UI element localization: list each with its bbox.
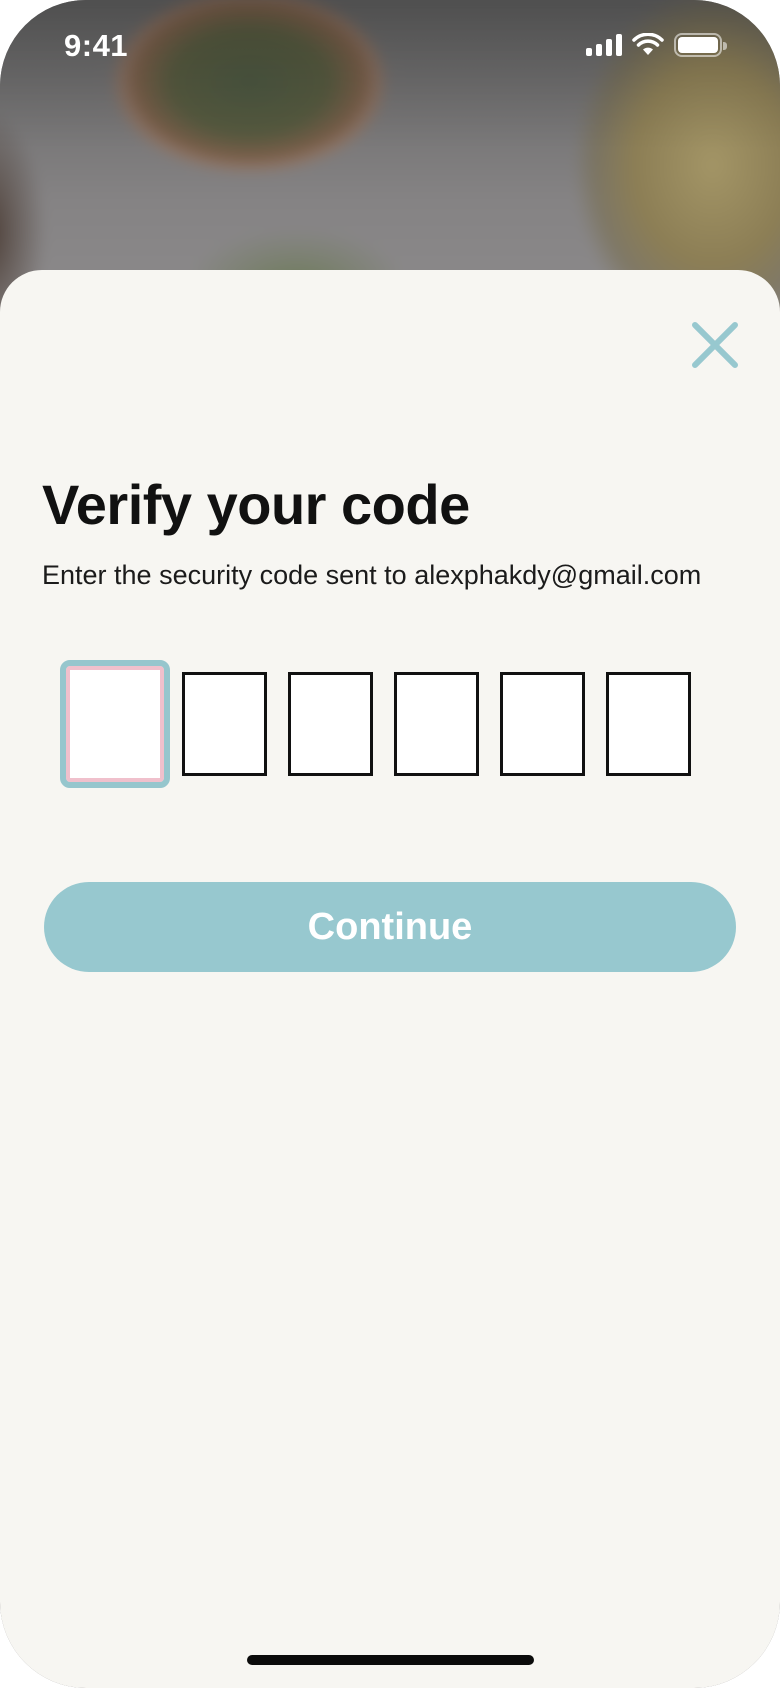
code-digit-6[interactable] bbox=[606, 672, 691, 776]
code-input-group bbox=[60, 660, 691, 788]
battery-icon bbox=[674, 33, 727, 57]
code-digit-5[interactable] bbox=[500, 672, 585, 776]
code-digit-4[interactable] bbox=[394, 672, 479, 776]
phone-screen: 9:41 Verify your code Enter the security… bbox=[0, 0, 780, 1688]
wifi-icon bbox=[632, 33, 664, 55]
code-digit-1[interactable] bbox=[60, 660, 170, 788]
instruction-text: Enter the security code sent to alexphak… bbox=[42, 560, 702, 590]
status-bar: 9:41 bbox=[0, 0, 780, 94]
page-title: Verify your code bbox=[42, 473, 470, 536]
continue-button[interactable]: Continue bbox=[44, 882, 736, 972]
cellular-signal-icon bbox=[586, 34, 622, 56]
status-time: 9:41 bbox=[64, 28, 129, 63]
code-digit-2[interactable] bbox=[182, 672, 267, 776]
close-icon[interactable] bbox=[690, 320, 740, 370]
status-icons bbox=[586, 33, 727, 57]
code-digit-3[interactable] bbox=[288, 672, 373, 776]
verification-sheet: Verify your code Enter the security code… bbox=[0, 270, 780, 1688]
home-indicator bbox=[247, 1655, 534, 1665]
